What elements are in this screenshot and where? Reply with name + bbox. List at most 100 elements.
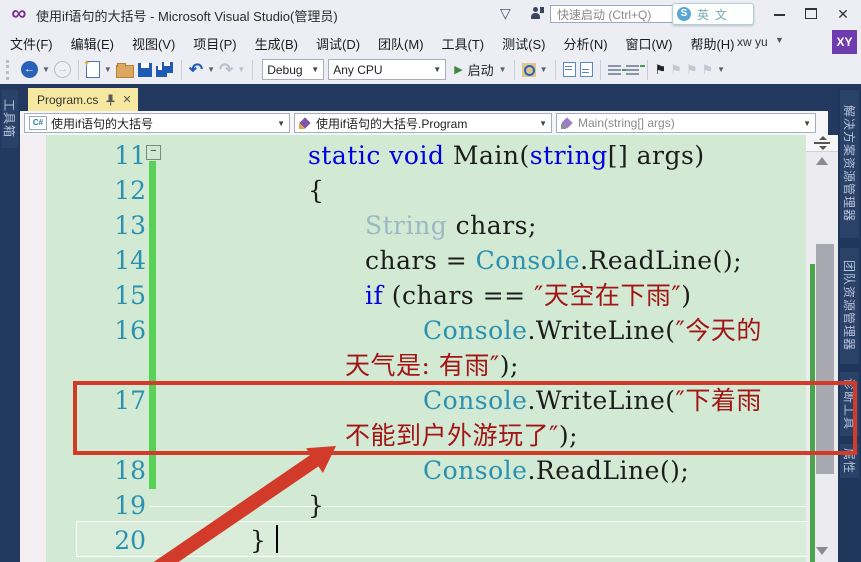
start-caret-icon[interactable]: ▼ — [499, 65, 507, 74]
menu-item[interactable]: 分析(N) — [563, 34, 607, 53]
undo-caret-icon[interactable]: ▼ — [207, 65, 215, 74]
save-all-button[interactable] — [155, 59, 174, 81]
code-line[interactable]: Console.ReadLine(); — [423, 453, 689, 488]
menu-item[interactable]: 窗口(W) — [626, 34, 673, 53]
left-dock-strip: 工具箱 — [0, 88, 20, 562]
code-line[interactable]: chars = Console.ReadLine(); — [365, 243, 742, 278]
code-token: ″天空在下雨″ — [534, 281, 682, 310]
menu-item[interactable]: 测试(S) — [502, 34, 545, 53]
code-token: string — [529, 141, 608, 170]
splitter-button[interactable] — [806, 135, 838, 152]
toolbar-overflow-icon[interactable]: ▼ — [717, 65, 725, 74]
menu-item[interactable]: 工具(T) — [442, 34, 485, 53]
undo-button[interactable]: ↶ — [189, 59, 203, 81]
code-line[interactable]: } — [308, 488, 324, 523]
code-line[interactable]: static void Main(string[] args) — [308, 138, 705, 173]
csharp-file-icon: C# — [29, 116, 47, 130]
solution-configuration-select[interactable]: Debug ▼ — [262, 59, 325, 80]
outline-expand-button[interactable] — [579, 59, 593, 81]
tab-close-icon[interactable]: ✕ — [122, 94, 131, 106]
redo-caret-icon: ▼ — [237, 65, 246, 74]
project-dropdown[interactable]: C# 使用if语句的大括号 ▼ — [24, 113, 290, 133]
tab-program-cs[interactable]: Program.cs ✕ — [28, 88, 138, 111]
visual-studio-window: ∞ 使用if语句的大括号 - Microsoft Visual Studio(管… — [0, 0, 861, 562]
redo-button: ↷ — [219, 59, 233, 81]
code-token: Console — [423, 456, 528, 485]
vertical-scrollbar[interactable] — [806, 135, 838, 562]
menu-item[interactable]: 帮助(H) — [690, 34, 734, 53]
solution-platform-select[interactable]: Any CPU ▼ — [328, 59, 447, 80]
navigate-back-caret-icon[interactable]: ▼ — [42, 65, 50, 74]
code-token: Console — [475, 246, 581, 275]
user-avatar[interactable]: XY — [832, 30, 857, 54]
close-button[interactable]: ✕ — [832, 6, 854, 22]
user-name-label[interactable]: xw yu — [737, 35, 768, 49]
toolbar-overflow-icon[interactable]: ▼ — [540, 65, 548, 74]
sidebar-tab-label: 解决方案资源管理器 — [842, 105, 856, 223]
type-dropdown[interactable]: 使用if语句的大括号.Program ▼ — [294, 113, 552, 133]
open-file-button[interactable] — [115, 59, 134, 81]
standard-toolbar: ← ▼ → ✦ ▼ ↶ ▼ ↷ ▼ Debug ▼ Any CPU ▼ ▶ 启动 ▼… — [0, 55, 861, 84]
tab-label: Program.cs — [37, 92, 99, 107]
sidebar-tab-solution-explorer[interactable]: 解决方案资源管理器 — [840, 90, 859, 238]
code-token: [] args) — [607, 141, 705, 170]
code-token: { — [308, 176, 325, 205]
line-number: 19 — [114, 491, 146, 520]
code-line[interactable]: if (chars == ″天空在下雨″) — [365, 278, 692, 313]
toolbar-grip[interactable] — [6, 59, 13, 80]
outline-collapse-icon — [562, 62, 576, 77]
member-dropdown[interactable]: Main(string[] args) ▼ — [556, 113, 816, 133]
toggle-bookmark-button[interactable]: ⚑ — [655, 59, 667, 81]
restore-button[interactable] — [800, 6, 822, 22]
user-caret-icon[interactable]: ▼ — [775, 35, 784, 45]
find-in-files-button[interactable] — [521, 59, 536, 81]
code-line[interactable]: } — [250, 523, 279, 558]
line-number: 20 — [114, 526, 146, 555]
toolbar-separator — [646, 59, 648, 80]
menu-item[interactable]: 文件(F) — [10, 34, 53, 53]
pin-icon[interactable] — [106, 94, 115, 106]
feedback-person-icon[interactable] — [531, 7, 544, 20]
breakpoint-margin[interactable] — [20, 135, 46, 562]
sidebar-tab-toolbox[interactable]: 工具箱 — [2, 90, 18, 148]
code-line[interactable]: { — [308, 173, 324, 208]
scroll-up-icon[interactable] — [816, 157, 828, 165]
feedback-funnel-icon[interactable]: ▽ — [500, 5, 511, 22]
ime-status-badge[interactable]: S 英文 — [672, 3, 754, 25]
outlining-collapse-icon[interactable]: − — [146, 145, 161, 160]
new-file-caret-icon[interactable]: ▼ — [104, 65, 112, 74]
clear-bookmarks-button: ⚑ — [701, 59, 713, 81]
sidebar-tab-team-explorer[interactable]: 团队资源管理器 — [840, 248, 859, 364]
outline-collapse-button[interactable] — [562, 59, 576, 81]
code-line[interactable]: } — [192, 558, 208, 562]
menu-item[interactable]: 团队(M) — [378, 34, 424, 53]
sidebar-tab-label: 团队资源管理器 — [842, 260, 856, 352]
menu-item[interactable]: 调试(D) — [316, 34, 360, 53]
code-token: .ReadLine(); — [580, 246, 742, 275]
code-line[interactable]: Console.WriteLine(″今天的 — [423, 313, 762, 348]
comment-lines-button[interactable] — [607, 59, 627, 81]
find-icon — [521, 62, 536, 77]
save-button[interactable] — [137, 59, 152, 81]
code-token: (chars == — [391, 281, 535, 310]
uncomment-lines-button[interactable] — [625, 59, 645, 81]
line-number: 12 — [114, 176, 146, 205]
type-dropdown-value: 使用if语句的大括号.Program — [316, 116, 468, 131]
navigate-backward-button[interactable]: ← — [21, 59, 38, 81]
scroll-down-icon[interactable] — [816, 547, 828, 555]
menu-item[interactable]: 编辑(E) — [71, 34, 114, 53]
code-line[interactable]: String chars; — [365, 208, 537, 243]
forward-arrow-icon: → — [53, 61, 71, 78]
code-line[interactable]: 天气是: 有雨″); — [345, 348, 519, 383]
code-token: String — [365, 211, 448, 240]
code-surface[interactable]: − 11 static void Main(string[] args) 12 {13… — [46, 135, 826, 562]
code-editor[interactable]: − 11 static void Main(string[] args) 12 {13… — [20, 135, 838, 562]
menu-item[interactable]: 视图(V) — [132, 34, 175, 53]
minimize-button[interactable] — [768, 6, 790, 22]
menu-item[interactable]: 项目(P) — [193, 34, 236, 53]
start-debugging-button[interactable]: ▶ 启动 ▼ — [454, 60, 508, 79]
new-file-button[interactable]: ✦ — [83, 58, 100, 81]
main-area: 工具箱 Program.cs ✕ C# 使用if语句的大括号 ▼ 使用if语句的… — [0, 88, 861, 562]
line-number: 16 — [114, 316, 146, 345]
menu-item[interactable]: 生成(B) — [255, 34, 298, 53]
